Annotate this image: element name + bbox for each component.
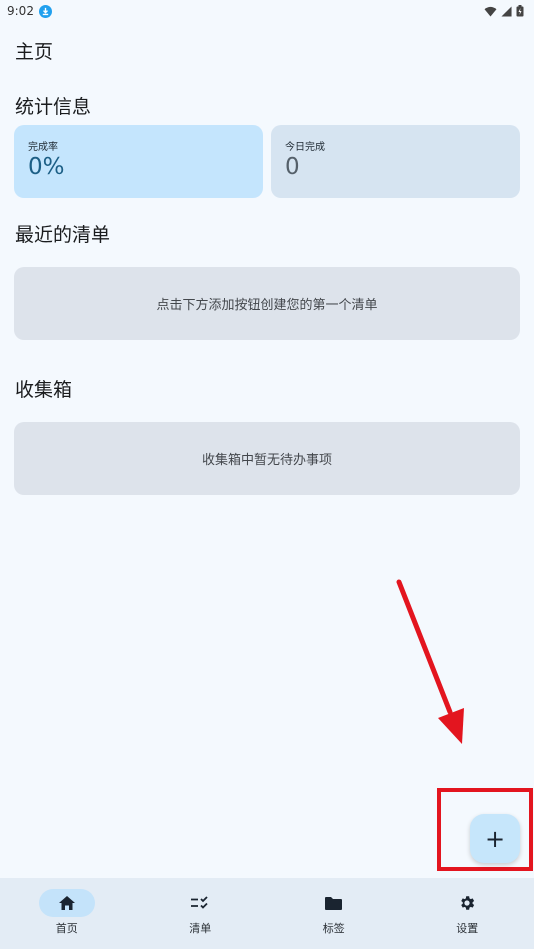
today-completed-card: 今日完成 0 xyxy=(271,125,520,198)
nav-item-lists[interactable]: 清单 xyxy=(134,878,268,949)
folder-icon xyxy=(325,896,343,910)
home-icon xyxy=(58,896,75,910)
download-icon xyxy=(38,4,52,18)
nav-pill-tags xyxy=(306,889,362,917)
inbox-title: 收集箱 xyxy=(15,379,73,401)
checklist-icon xyxy=(191,896,208,909)
status-left: 9:02 xyxy=(7,4,52,18)
nav-item-settings[interactable]: 设置 xyxy=(401,878,534,949)
plus-icon: + xyxy=(484,824,506,853)
nav-item-tags[interactable]: 标签 xyxy=(267,878,401,949)
today-completed-label: 今日完成 xyxy=(285,142,325,153)
page-title: 主页 xyxy=(15,41,54,63)
nav-pill-lists xyxy=(172,889,228,917)
nav-pill-settings xyxy=(439,889,495,917)
nav-label-tags: 标签 xyxy=(322,922,345,935)
battery-icon xyxy=(516,5,524,17)
bottom-nav: 首页 清单 标签 设置 xyxy=(0,878,534,949)
status-time: 9:02 xyxy=(7,4,34,18)
completion-rate-card: 完成率 0% xyxy=(14,125,263,198)
nav-item-home[interactable]: 首页 xyxy=(0,878,134,949)
completion-rate-value: 0% xyxy=(28,154,65,180)
completion-rate-label: 完成率 xyxy=(28,142,58,153)
nav-label-settings: 设置 xyxy=(456,922,479,935)
today-completed-value: 0 xyxy=(285,154,300,180)
signal-icon xyxy=(501,5,512,17)
gear-icon xyxy=(461,896,475,910)
add-button[interactable]: + xyxy=(470,814,520,863)
inbox-empty-card: 收集箱中暂无待办事项 xyxy=(14,422,520,495)
recent-lists-title: 最近的清单 xyxy=(15,224,111,246)
wifi-icon xyxy=(484,6,497,17)
status-bar: 9:02 xyxy=(0,0,534,22)
nav-pill-home xyxy=(38,889,95,917)
nav-label-lists: 清单 xyxy=(189,922,212,935)
status-right xyxy=(484,5,524,17)
recent-lists-empty-card: 点击下方添加按钮创建您的第一个清单 xyxy=(14,267,520,340)
nav-label-home: 首页 xyxy=(55,922,78,935)
stats-section-title: 统计信息 xyxy=(15,96,92,118)
